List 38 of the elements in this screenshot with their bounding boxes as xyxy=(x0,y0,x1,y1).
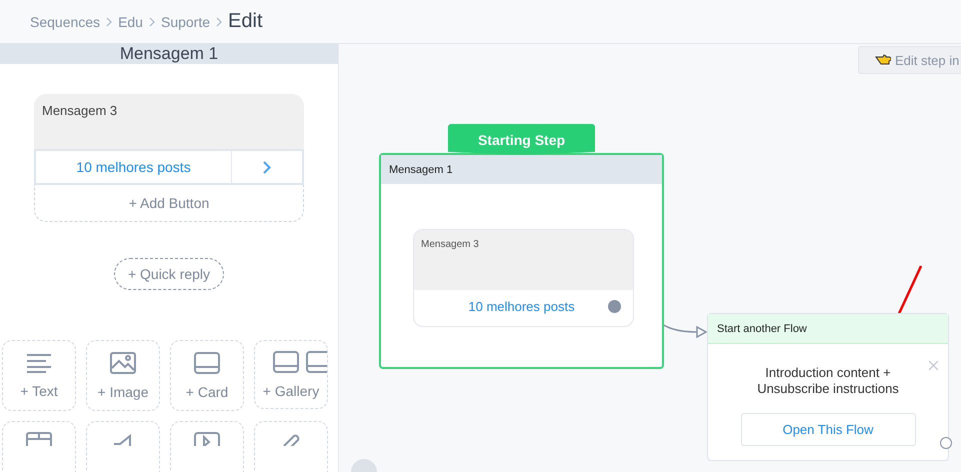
add-text-tile[interactable]: + Text xyxy=(2,340,76,411)
close-icon[interactable] xyxy=(929,361,938,370)
node-title: Mensagem 1 xyxy=(381,155,662,184)
open-flow-button[interactable]: Open This Flow xyxy=(740,413,916,446)
flow-node[interactable]: Start another Flow Introduction content + Unsubscribe instructions Open This Flow xyxy=(707,313,949,461)
list-icon xyxy=(26,432,52,446)
add-image-tile[interactable]: + Image xyxy=(86,340,160,411)
chevron-icon xyxy=(216,16,222,26)
breadcrumb-item[interactable]: Suporte xyxy=(160,14,210,30)
add-gallery-tile[interactable]: + Gallery xyxy=(254,340,328,409)
add-audio-tile[interactable] xyxy=(86,421,160,472)
chevron-icon xyxy=(106,16,112,26)
video-icon xyxy=(194,432,220,446)
card-icon xyxy=(194,352,220,374)
chevron-icon xyxy=(148,16,155,26)
output-port[interactable] xyxy=(940,437,952,449)
add-file-tile[interactable] xyxy=(254,421,328,472)
breadcrumb-item[interactable]: Edu xyxy=(118,14,143,30)
add-button[interactable]: + Add Button xyxy=(34,185,304,222)
node-title: Start another Flow xyxy=(708,314,948,344)
add-card-tile[interactable]: + Card xyxy=(170,340,244,411)
chevron-icon xyxy=(263,160,271,174)
panel-title: Mensagem 1 xyxy=(0,44,338,64)
add-video-tile[interactable] xyxy=(170,421,244,472)
message-bubble[interactable]: Mensagem 3 xyxy=(34,94,304,149)
quick-reply-button[interactable]: + Quick reply xyxy=(114,258,224,290)
breadcrumb-item: Edit xyxy=(228,10,262,33)
breadcrumb-item[interactable]: Sequences xyxy=(30,14,100,30)
image-icon xyxy=(110,352,136,374)
edit-step-button[interactable]: Edit step in xyxy=(858,46,961,74)
flow-description: Introduction content + Unsubscribe instructions xyxy=(756,365,900,397)
gallery-icon xyxy=(273,350,327,372)
starting-step-badge: Starting Step xyxy=(448,124,595,155)
text-lines-icon xyxy=(26,352,52,372)
message-button[interactable]: 10 melhores posts xyxy=(413,289,630,323)
message-button[interactable]: 10 melhores posts xyxy=(34,149,304,185)
add-list-tile[interactable] xyxy=(2,421,76,472)
pointing-hand-icon xyxy=(875,54,891,66)
